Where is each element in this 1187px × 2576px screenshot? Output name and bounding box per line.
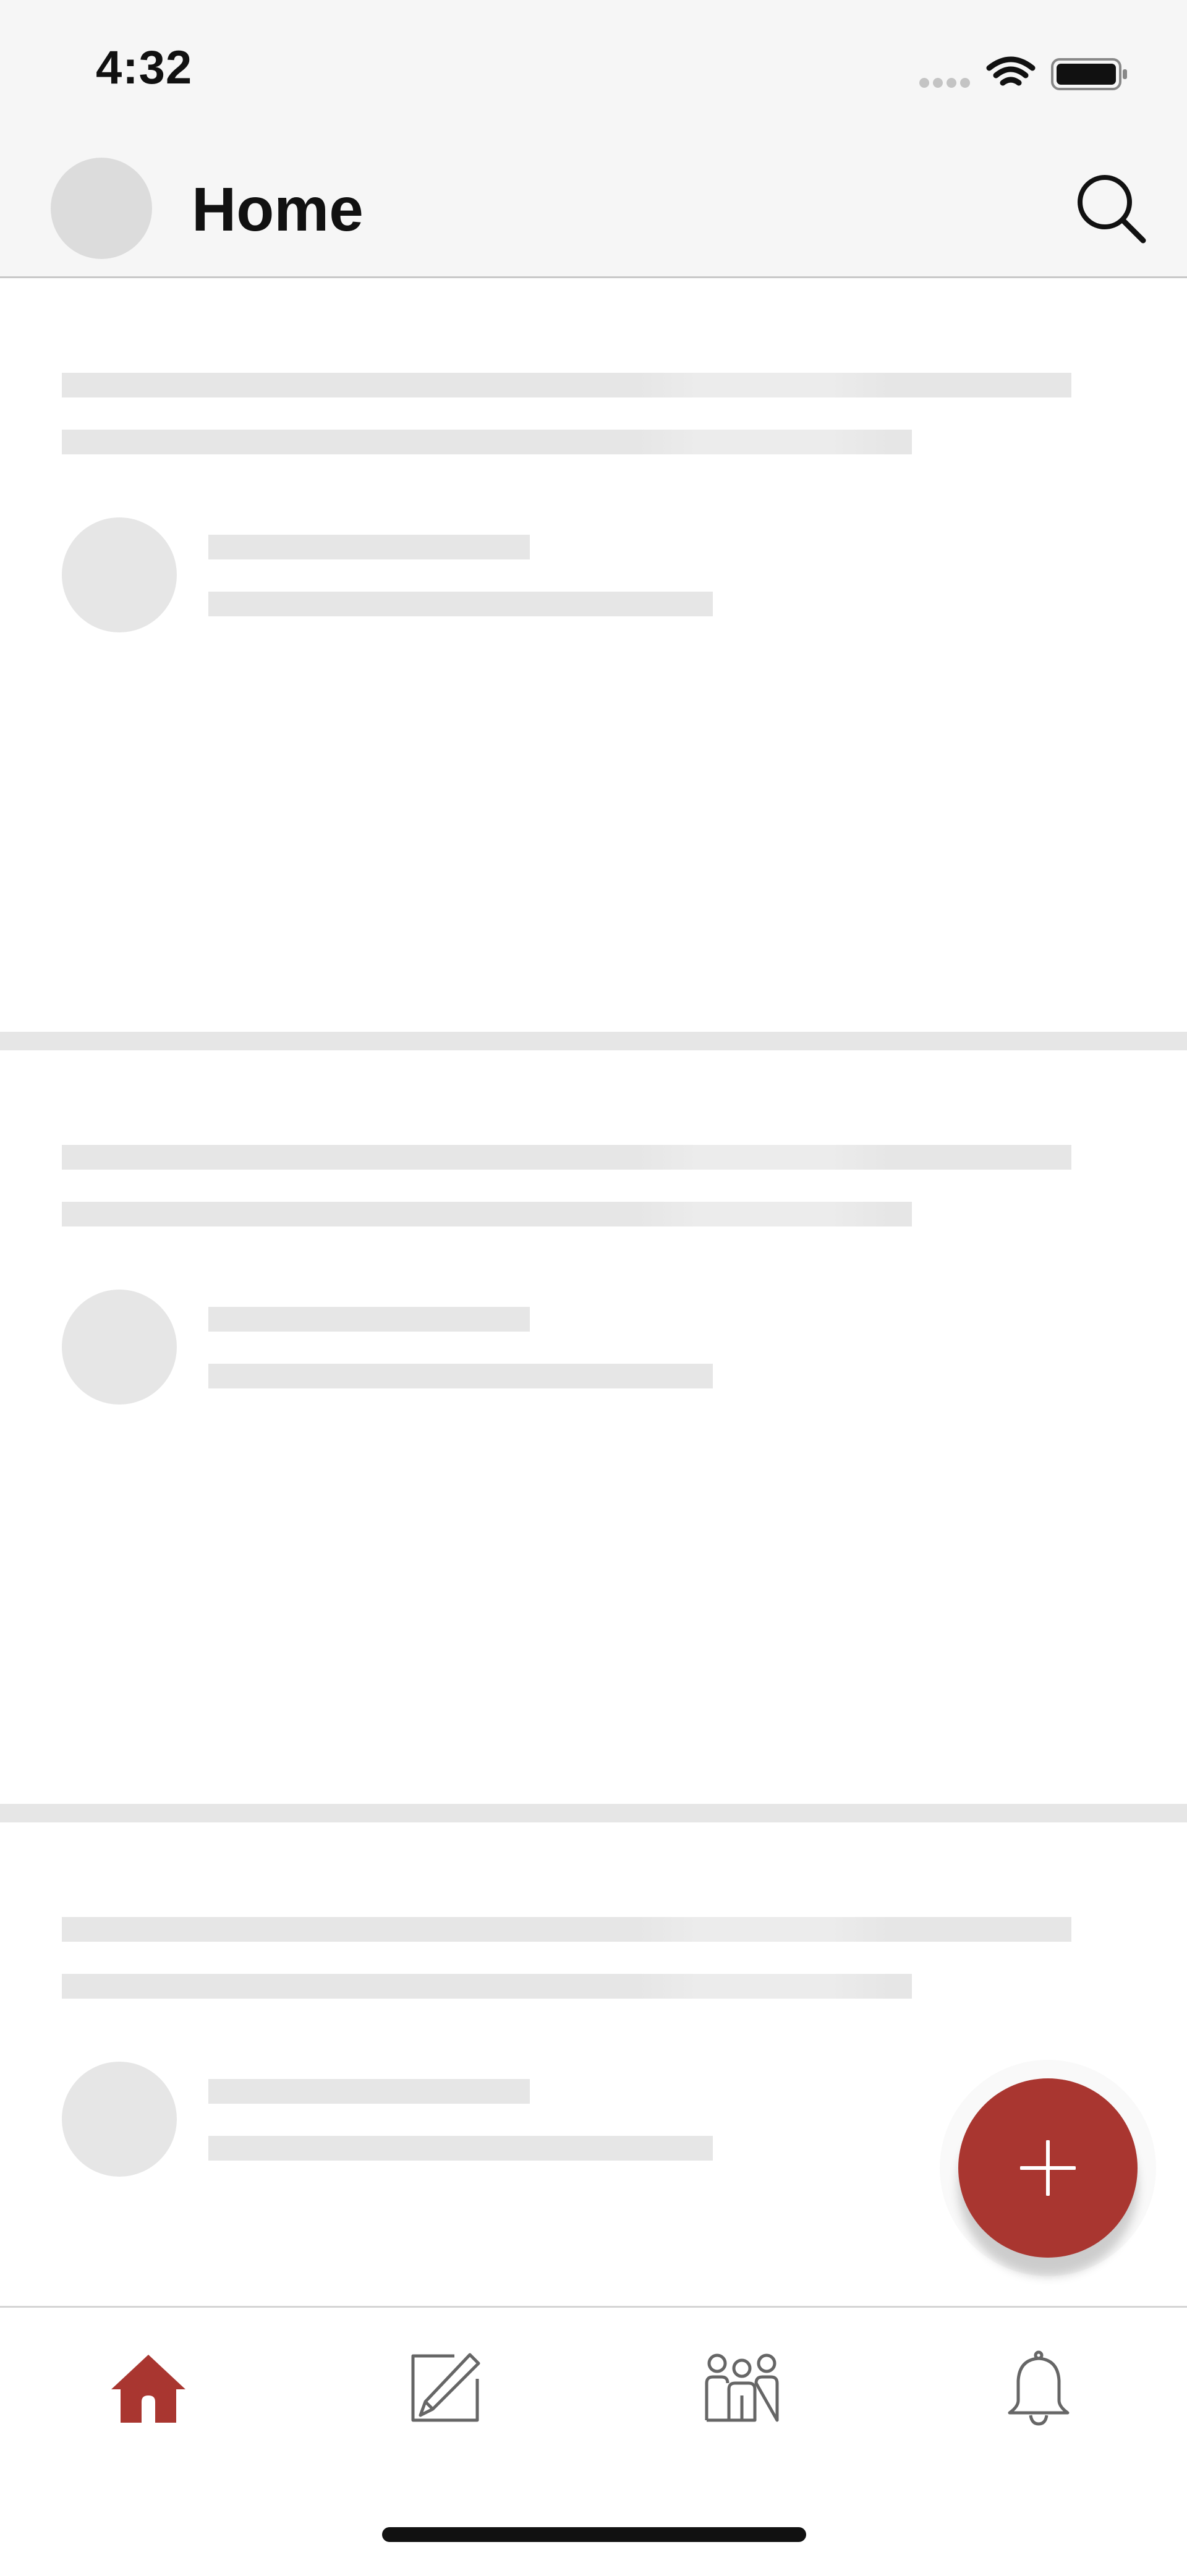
- tab-community[interactable]: [696, 2348, 788, 2428]
- wifi-icon: [986, 56, 1036, 86]
- battery-icon: [1051, 58, 1127, 90]
- status-bar: 4:32: [0, 0, 1187, 142]
- skeleton-subtitle-line: [62, 1202, 912, 1226]
- skeleton-meta-line: [208, 592, 713, 616]
- card-separator: [0, 1804, 1187, 1822]
- app-header: Home: [0, 142, 1187, 278]
- plus-icon: [1020, 2140, 1076, 2196]
- bell-icon: [1008, 2350, 1070, 2425]
- tab-notifications[interactable]: [992, 2348, 1085, 2428]
- skeleton-title-line: [62, 373, 1071, 397]
- compose-icon: [411, 2353, 480, 2422]
- skeleton-name-line: [208, 535, 530, 559]
- skeleton-title-line: [62, 1917, 1071, 1942]
- skeleton-name-line: [208, 2079, 530, 2104]
- page-title: Home: [192, 175, 364, 244]
- skeleton-subtitle-line: [62, 430, 912, 454]
- skeleton-avatar: [62, 1290, 177, 1405]
- skeleton-name-line: [208, 1307, 530, 1332]
- people-icon: [705, 2353, 779, 2422]
- skeleton-subtitle-line: [62, 1974, 912, 1999]
- skeleton-card: [0, 1050, 1187, 1804]
- card-separator: [0, 1032, 1187, 1050]
- skeleton-meta-line: [208, 2136, 713, 2161]
- status-icons: [918, 54, 1141, 91]
- status-time: 4:32: [96, 41, 193, 94]
- cellular-signal-icon: [919, 78, 970, 88]
- compose-fab-button[interactable]: [958, 2078, 1138, 2258]
- home-indicator: [382, 2527, 806, 2542]
- skeleton-avatar: [62, 2062, 177, 2177]
- search-button[interactable]: [1073, 170, 1150, 247]
- skeleton-card: [0, 278, 1187, 1032]
- home-icon: [111, 2355, 185, 2423]
- avatar[interactable]: [51, 158, 152, 259]
- skeleton-meta-line: [208, 1364, 713, 1388]
- tab-compose[interactable]: [399, 2348, 491, 2428]
- skeleton-title-line: [62, 1145, 1071, 1170]
- skeleton-avatar: [62, 517, 177, 632]
- search-icon: [1078, 175, 1146, 244]
- tab-home[interactable]: [102, 2348, 195, 2428]
